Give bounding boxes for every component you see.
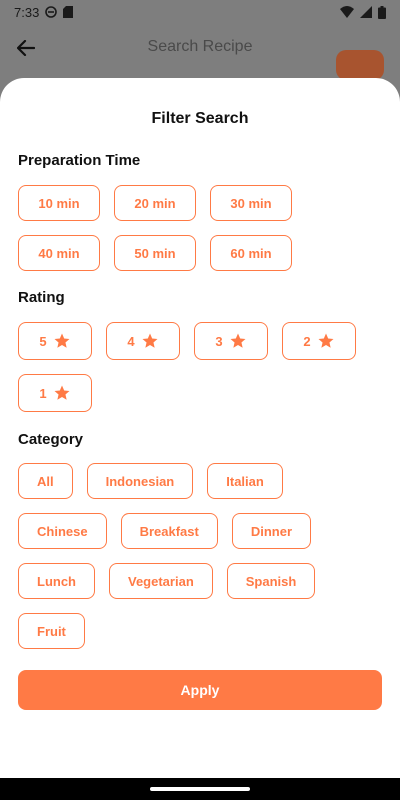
chip-rating-5[interactable]: 5 (18, 322, 92, 360)
rating-options: 5 4 3 2 1 (18, 322, 382, 412)
chip-time-30[interactable]: 30 min (210, 185, 292, 221)
rating-value: 3 (215, 333, 223, 349)
chip-category-indonesian[interactable]: Indonesian (86, 463, 194, 499)
rating-label: Rating (18, 289, 65, 306)
apply-button[interactable]: Apply (18, 670, 382, 710)
rating-value: 5 (39, 333, 47, 349)
chip-category-chinese[interactable]: Chinese (18, 513, 107, 549)
chip-time-20[interactable]: 20 min (114, 185, 196, 221)
status-bar: 7:33 (0, 0, 400, 24)
chip-rating-3[interactable]: 3 (194, 322, 268, 360)
filter-bottom-sheet: Filter Search Preparation Time 10 min 20… (0, 78, 400, 778)
status-left: 7:33 (14, 4, 74, 20)
sd-card-icon (63, 6, 74, 18)
chip-rating-1[interactable]: 1 (18, 374, 92, 412)
chip-rating-4[interactable]: 4 (106, 322, 180, 360)
category-options: All Indonesian Italian Chinese Breakfast… (18, 463, 382, 649)
chip-category-lunch[interactable]: Lunch (18, 563, 95, 599)
rating-value: 1 (39, 385, 47, 401)
home-gesture-handle[interactable] (150, 787, 250, 791)
chip-rating-2[interactable]: 2 (282, 322, 356, 360)
chip-time-10[interactable]: 10 min (18, 185, 100, 221)
status-time: 7:33 (14, 4, 40, 20)
rating-value: 4 (127, 333, 135, 349)
sheet-title: Filter Search (151, 110, 249, 127)
star-icon (230, 333, 246, 348)
preparation-time-label: Preparation Time (18, 152, 141, 169)
chip-time-60[interactable]: 60 min (210, 235, 292, 271)
chip-category-spanish[interactable]: Spanish (226, 563, 316, 599)
status-right (340, 5, 386, 19)
star-icon (54, 333, 70, 348)
signal-icon (360, 6, 372, 18)
sync-icon (45, 6, 58, 18)
system-navigation-bar (0, 778, 400, 800)
preparation-time-options: 10 min 20 min 30 min 40 min 50 min 60 mi… (18, 185, 382, 271)
filter-button[interactable] (336, 50, 384, 80)
chip-category-italian[interactable]: Italian (207, 463, 283, 499)
star-icon (54, 385, 70, 400)
chip-category-dinner[interactable]: Dinner (231, 513, 312, 549)
chip-time-50[interactable]: 50 min (114, 235, 196, 271)
chip-category-all[interactable]: All (18, 463, 73, 499)
category-label: Category (18, 431, 84, 448)
star-icon (318, 333, 334, 348)
chip-category-breakfast[interactable]: Breakfast (120, 513, 218, 549)
chip-time-40[interactable]: 40 min (18, 235, 100, 271)
battery-icon (378, 5, 386, 19)
rating-value: 2 (303, 333, 311, 349)
chip-category-fruit[interactable]: Fruit (18, 613, 85, 649)
chip-category-vegetarian[interactable]: Vegetarian (109, 563, 213, 599)
wifi-icon (340, 6, 354, 18)
star-icon (142, 333, 158, 348)
